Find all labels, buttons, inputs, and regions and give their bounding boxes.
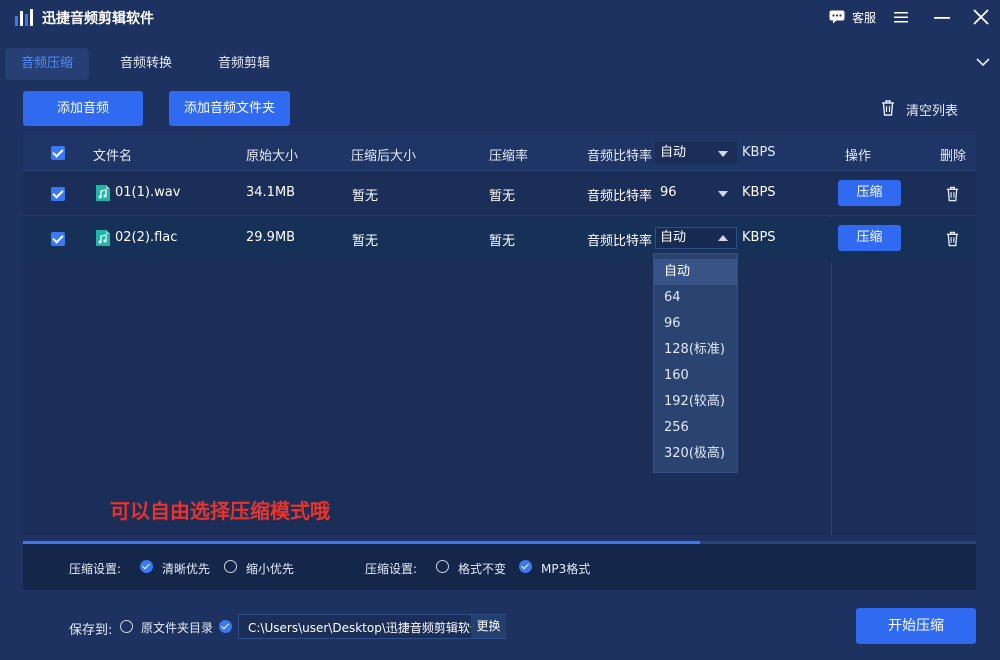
header-operation: 操作: [845, 149, 872, 164]
hint-text: 可以自由选择压缩模式哦: [110, 499, 330, 523]
tab-audio-compress[interactable]: 音频压缩: [5, 48, 90, 80]
radio-custom-folder[interactable]: [219, 620, 232, 633]
settings-bar: 压缩设置: 清晰优先 缩小优先 压缩设置: 格式不变 MP3格式: [23, 544, 976, 590]
compress-button[interactable]: 压缩: [838, 180, 901, 206]
header-original-size: 原始大小: [246, 149, 299, 164]
change-path-button[interactable]: 更换: [471, 615, 506, 638]
audio-file-icon: [96, 185, 110, 201]
tab-audio-convert[interactable]: 音频转换: [104, 48, 188, 80]
radio-clear-priority[interactable]: [140, 560, 153, 573]
caret-down-icon: [718, 191, 728, 197]
tab-audio-edit[interactable]: 音频剪辑: [202, 48, 286, 80]
file-name: 02(2).flac: [115, 230, 178, 245]
compressed-size: 暂无: [352, 189, 379, 204]
add-audio-button[interactable]: 添加音频: [23, 91, 143, 126]
header-compressed-size: 压缩后大小: [351, 149, 417, 164]
option-original-folder[interactable]: 原文件夹目录: [141, 619, 213, 636]
bitrate-option-64[interactable]: 64: [654, 285, 737, 311]
caret-up-icon: [718, 235, 728, 241]
add-folder-button[interactable]: 添加音频文件夹: [169, 91, 290, 126]
compress-button[interactable]: 压缩: [838, 225, 901, 251]
settings-label-format: 压缩设置:: [365, 562, 418, 576]
row-checkbox[interactable]: [51, 187, 65, 201]
close-icon[interactable]: [972, 8, 990, 26]
save-to-label: 保存到:: [69, 623, 113, 638]
app-title: 迅捷音频剪辑软件: [42, 11, 154, 27]
option-clear-priority[interactable]: 清晰优先: [162, 560, 210, 577]
header-delete: 删除: [940, 149, 967, 164]
bitrate-option-auto[interactable]: 自动: [654, 259, 737, 285]
option-small-priority[interactable]: 缩小优先: [246, 560, 294, 577]
bitrate-label: 音频比特率: [587, 189, 653, 204]
bitrate-unit: KBPS: [742, 230, 776, 245]
bitrate-option-320[interactable]: 320(极高): [654, 441, 737, 467]
minimize-icon[interactable]: [933, 9, 951, 25]
header-unit: KBPS: [742, 145, 776, 160]
chat-icon[interactable]: [829, 10, 845, 24]
service-label[interactable]: 客服: [852, 9, 876, 26]
output-path: C:\Users\user\Desktop\迅捷音频剪辑软件: [248, 621, 482, 635]
radio-small-priority[interactable]: [224, 560, 237, 573]
original-size: 34.1MB: [246, 185, 296, 200]
global-bitrate-select[interactable]: 自动: [655, 142, 737, 164]
radio-keep-format[interactable]: [436, 560, 449, 573]
menu-icon[interactable]: [893, 9, 909, 25]
bitrate-label: 音频比特率: [587, 234, 653, 249]
compression-ratio: 暂无: [489, 189, 516, 204]
select-all-checkbox[interactable]: [51, 146, 65, 160]
bitrate-select-open[interactable]: 自动: [655, 227, 737, 249]
global-bitrate-value: 自动: [660, 145, 687, 160]
caret-down-icon: [718, 151, 728, 157]
bitrate-value: 96: [660, 185, 677, 200]
option-keep-format[interactable]: 格式不变: [458, 560, 506, 577]
table-header: 文件名 原始大小 压缩后大小 压缩率 音频比特率 自动 KBPS 操作 删除: [23, 135, 976, 171]
delete-icon[interactable]: [945, 230, 960, 247]
file-table: 文件名 原始大小 压缩后大小 压缩率 音频比特率 自动 KBPS 操作 删除 0…: [23, 135, 976, 535]
row-checkbox[interactable]: [51, 232, 65, 246]
compressed-size: 暂无: [352, 234, 379, 249]
app-logo-icon: [15, 9, 33, 26]
bitrate-option-160[interactable]: 160: [654, 363, 737, 389]
bitrate-option-128[interactable]: 128(标准): [654, 337, 737, 363]
clear-list-button[interactable]: 清空列表: [906, 100, 958, 119]
output-path-field[interactable]: C:\Users\user\Desktop\迅捷音频剪辑软件 更换: [238, 614, 506, 639]
start-compress-button[interactable]: 开始压缩: [856, 608, 976, 644]
bitrate-dropdown: 自动 64 96 128(标准) 160 192(较高) 256 320(极高): [653, 253, 738, 473]
bitrate-option-96[interactable]: 96: [654, 311, 737, 337]
compression-ratio: 暂无: [489, 234, 516, 249]
chevron-down-icon[interactable]: [976, 57, 990, 67]
delete-icon[interactable]: [945, 185, 960, 202]
audio-file-icon: [96, 230, 110, 246]
header-ratio: 压缩率: [489, 149, 529, 164]
radio-original-folder[interactable]: [120, 620, 133, 633]
bitrate-option-192[interactable]: 192(较高): [654, 389, 737, 415]
bitrate-select[interactable]: 96: [655, 182, 737, 204]
title-bar: 迅捷音频剪辑软件 客服: [0, 0, 1000, 36]
bitrate-option-256[interactable]: 256: [654, 415, 737, 441]
table-row: 01(1).wav 34.1MB 暂无 暂无 音频比特率 96 KBPS 压缩: [23, 171, 976, 216]
header-file-name: 文件名: [93, 149, 133, 164]
original-size: 29.9MB: [246, 230, 296, 245]
bitrate-unit: KBPS: [742, 185, 776, 200]
trash-icon[interactable]: [880, 99, 896, 116]
header-bitrate-label: 音频比特率: [587, 149, 653, 164]
radio-mp3-format[interactable]: [519, 560, 532, 573]
settings-label-quality: 压缩设置:: [69, 562, 122, 576]
table-row: 02(2).flac 29.9MB 暂无 暂无 音频比特率 自动 KBPS 压缩: [23, 217, 976, 262]
option-mp3-format[interactable]: MP3格式: [541, 560, 590, 577]
bitrate-value: 自动: [660, 230, 687, 245]
file-name: 01(1).wav: [115, 185, 181, 200]
